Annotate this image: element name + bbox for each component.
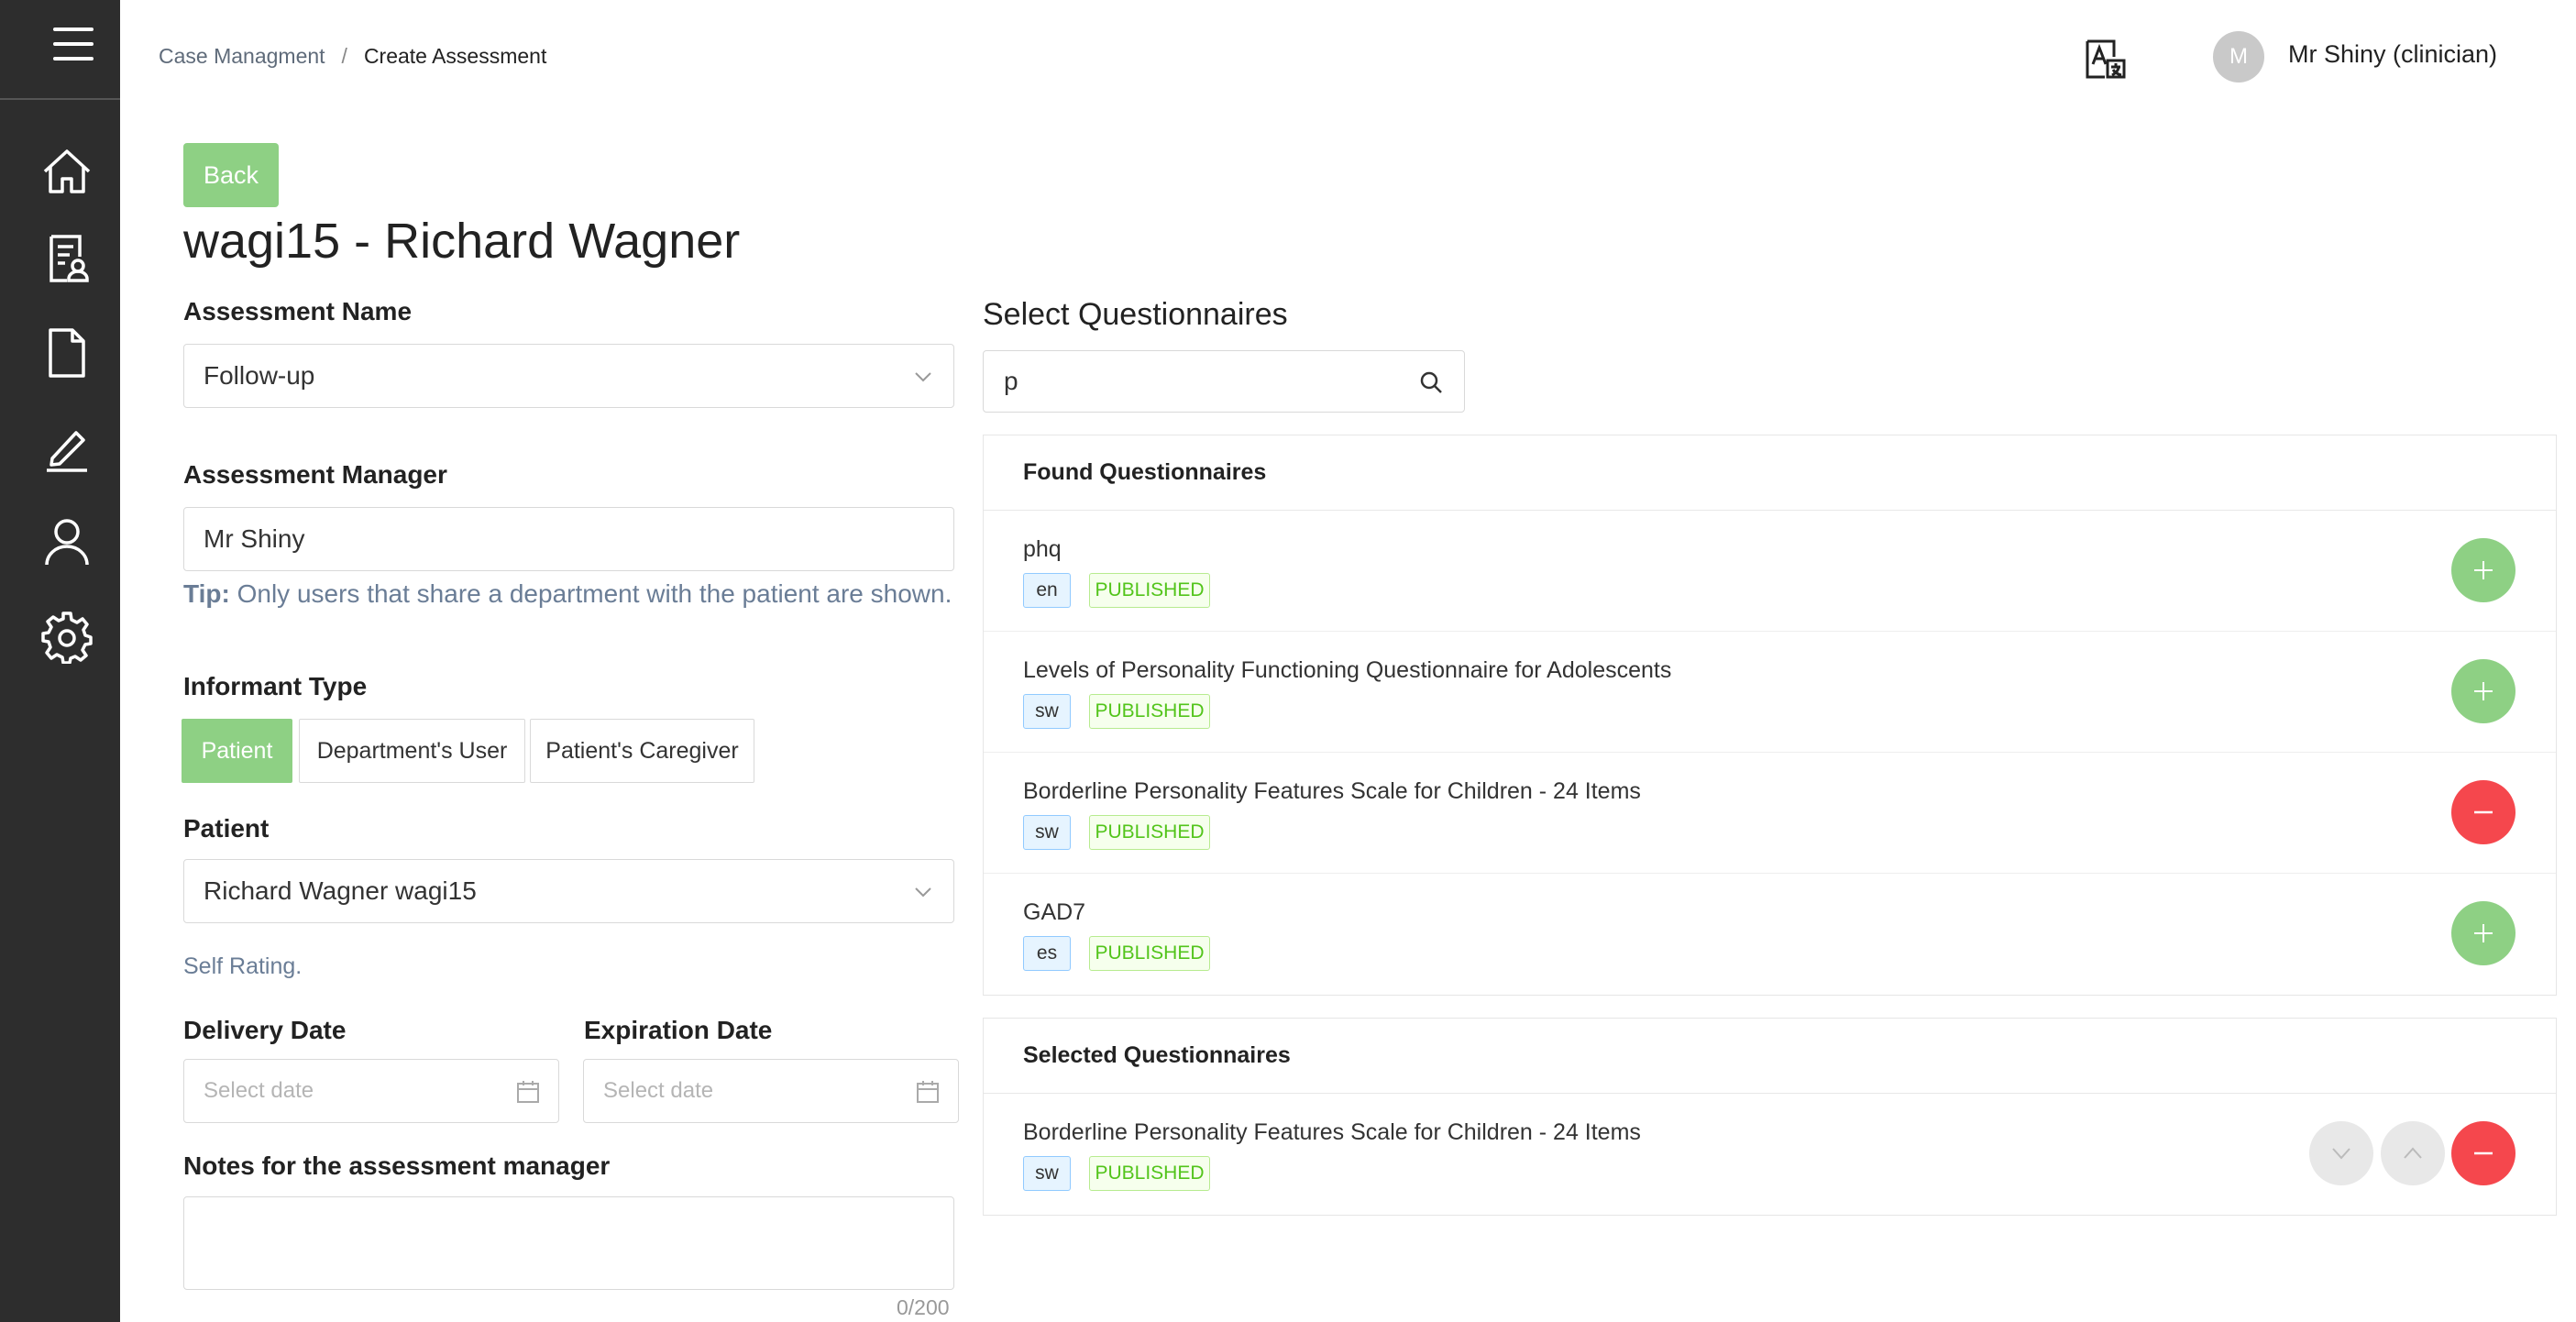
- informant-option-department-user[interactable]: Department's User: [299, 719, 525, 783]
- search-icon[interactable]: [1418, 369, 1444, 395]
- list-item: Borderline Personality Features Scale fo…: [984, 1094, 2556, 1215]
- home-icon[interactable]: [39, 144, 94, 199]
- status-badge: PUBLISHED: [1089, 936, 1210, 971]
- questionnaire-search-input[interactable]: p: [983, 350, 1465, 413]
- select-questionnaires-title: Select Questionnaires: [983, 297, 1288, 332]
- informant-type-label: Informant Type: [183, 672, 368, 700]
- breadcrumb-case-management[interactable]: Case Managment: [159, 44, 325, 68]
- patient-label: Patient: [183, 814, 270, 843]
- found-questionnaires-title: Found Questionnaires: [984, 435, 2556, 511]
- list-item: Levels of Personality Functioning Questi…: [984, 632, 2556, 753]
- expiration-date-picker[interactable]: Select date: [583, 1059, 959, 1123]
- status-badge: PUBLISHED: [1089, 694, 1210, 729]
- patient-value: Richard Wagner wagi15: [204, 876, 477, 905]
- chevron-down-icon: [915, 887, 931, 898]
- minus-icon: [2474, 810, 2493, 814]
- list-item: phq en PUBLISHED: [984, 511, 2556, 632]
- language-tag: sw: [1023, 694, 1071, 729]
- chevron-up-icon: [2404, 1147, 2422, 1159]
- tip-text: Tip: Only users that share a department …: [183, 579, 952, 609]
- user-icon[interactable]: [39, 514, 94, 569]
- chevron-down-icon: [2332, 1148, 2350, 1160]
- status-badge: PUBLISHED: [1089, 1156, 1210, 1191]
- patient-select[interactable]: Richard Wagner wagi15: [183, 859, 954, 923]
- assessment-manager-label: Assessment Manager: [183, 460, 447, 489]
- delivery-date-picker[interactable]: Select date: [183, 1059, 559, 1123]
- breadcrumb: Case Managment / Create Assessment: [159, 44, 546, 69]
- notes-textarea[interactable]: [183, 1196, 954, 1290]
- delivery-date-placeholder: Select date: [204, 1078, 314, 1103]
- breadcrumb-create-assessment: Create Assessment: [363, 44, 547, 68]
- sidebar: [0, 0, 120, 1322]
- translate-icon[interactable]: [2083, 37, 2129, 83]
- add-questionnaire-button[interactable]: [2451, 538, 2515, 602]
- notes-label: Notes for the assessment manager: [183, 1151, 611, 1180]
- list-item: Borderline Personality Features Scale fo…: [984, 753, 2556, 874]
- list-item: GAD7 es PUBLISHED: [984, 874, 2556, 995]
- expiration-date-placeholder: Select date: [603, 1078, 714, 1103]
- page-title: wagi15 - Richard Wagner: [183, 214, 741, 269]
- informant-option-patient-caregiver[interactable]: Patient's Caregiver: [530, 719, 754, 783]
- add-questionnaire-button[interactable]: [2451, 659, 2515, 723]
- questionnaire-name: phq: [1023, 536, 1062, 562]
- user-name[interactable]: Mr Shiny (clinician): [2288, 40, 2497, 69]
- plus-icon: [2474, 561, 2493, 579]
- add-questionnaire-button[interactable]: [2451, 901, 2515, 965]
- document-icon[interactable]: [39, 325, 94, 380]
- questionnaire-name: Borderline Personality Features Scale fo…: [1023, 1119, 1641, 1145]
- language-tag: sw: [1023, 815, 1071, 850]
- sidebar-divider: [0, 98, 120, 100]
- assessment-name-select[interactable]: Follow-up: [183, 344, 954, 408]
- back-button[interactable]: Back: [183, 143, 279, 207]
- menu-icon[interactable]: [53, 28, 94, 61]
- questionnaire-name: Borderline Personality Features Scale fo…: [1023, 778, 1641, 804]
- plus-icon: [2474, 682, 2493, 700]
- selected-questionnaires-title: Selected Questionnaires: [984, 1019, 2556, 1094]
- self-rating-text: Self Rating.: [183, 953, 303, 979]
- breadcrumb-separator: /: [341, 44, 347, 68]
- move-up-button[interactable]: [2381, 1121, 2445, 1185]
- expiration-date-label: Expiration Date: [584, 1016, 773, 1044]
- remove-selected-questionnaire-button[interactable]: [2451, 1121, 2515, 1185]
- case-management-icon[interactable]: [39, 231, 94, 286]
- tip-prefix: Tip:: [183, 579, 230, 608]
- edit-icon[interactable]: [39, 420, 94, 475]
- plus-icon: [2474, 924, 2493, 942]
- avatar[interactable]: M: [2213, 31, 2264, 83]
- informant-option-patient[interactable]: Patient: [182, 719, 292, 783]
- minus-icon: [2474, 1151, 2493, 1155]
- language-tag: en: [1023, 573, 1071, 608]
- chevron-down-icon: [915, 372, 931, 382]
- calendar-icon: [517, 1081, 539, 1103]
- assessment-manager-value: Mr Shiny: [204, 524, 305, 553]
- status-badge: PUBLISHED: [1089, 815, 1210, 850]
- selected-questionnaires-panel: Selected Questionnaires Borderline Perso…: [983, 1018, 2557, 1216]
- notes-character-counter: 0/200: [897, 1295, 950, 1319]
- questionnaire-name: GAD7: [1023, 899, 1086, 925]
- assessment-name-label: Assessment Name: [183, 297, 413, 325]
- tip-body: Only users that share a department with …: [237, 579, 952, 608]
- assessment-manager-select[interactable]: Mr Shiny: [183, 507, 954, 571]
- found-questionnaires-panel: Found Questionnaires phq en PUBLISHED Le…: [983, 435, 2557, 996]
- assessment-name-value: Follow-up: [204, 361, 315, 390]
- status-badge: PUBLISHED: [1089, 573, 1210, 608]
- language-tag: es: [1023, 936, 1071, 971]
- search-value: p: [1004, 367, 1018, 395]
- delivery-date-label: Delivery Date: [183, 1016, 347, 1044]
- move-down-button[interactable]: [2309, 1121, 2373, 1185]
- settings-gear-icon[interactable]: [39, 609, 94, 665]
- remove-questionnaire-button[interactable]: [2451, 780, 2515, 844]
- language-tag: sw: [1023, 1156, 1071, 1191]
- questionnaire-name: Levels of Personality Functioning Questi…: [1023, 657, 1672, 683]
- calendar-icon: [917, 1081, 939, 1103]
